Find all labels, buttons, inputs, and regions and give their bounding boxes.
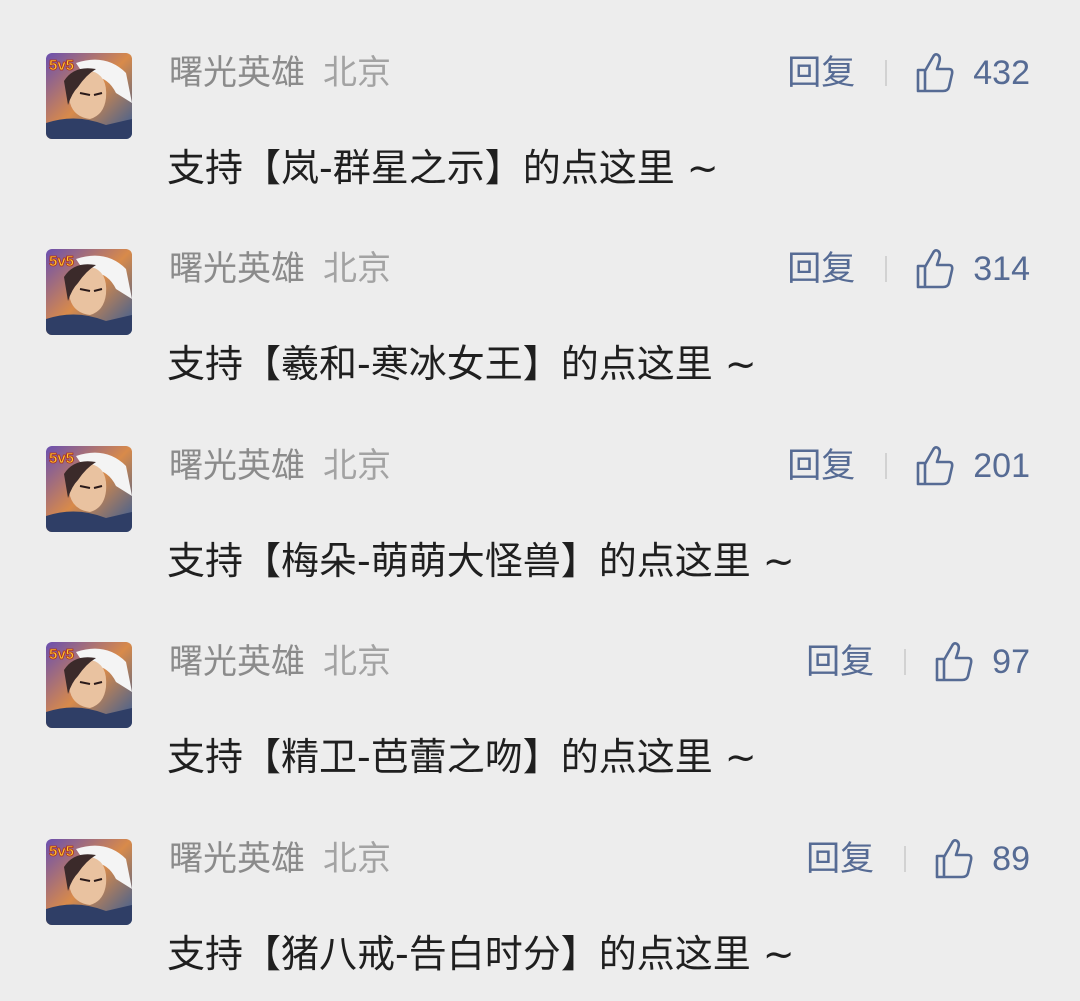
hero-avatar-image: 5v5 <box>46 446 132 532</box>
avatar[interactable]: 5v5 <box>46 642 132 728</box>
comment-actions: 回复 89 <box>806 838 1030 880</box>
location-label: 北京 <box>323 446 391 486</box>
like-count: 97 <box>992 643 1030 681</box>
avatar[interactable]: 5v5 <box>46 249 132 335</box>
action-divider <box>885 256 888 282</box>
like-button[interactable]: 201 <box>915 445 1030 487</box>
comment-text: 支持【精卫-芭蕾之吻】的点这里 ~ <box>167 735 757 779</box>
hero-avatar-image: 5v5 <box>46 53 132 139</box>
comment-text: 支持【岚-群星之示】的点这里 ~ <box>167 146 719 190</box>
avatar-badge: 5v5 <box>49 253 74 270</box>
location-label: 北京 <box>323 53 391 93</box>
comment-item: 5v5 曙光英雄 北京 回复 432 支持【岚-群星之示】的点这里 ~ <box>0 38 1080 198</box>
comment-meta: 曙光英雄 北京 <box>169 248 391 290</box>
thumbs-up-icon <box>935 642 973 682</box>
comment-actions: 回复 201 <box>787 445 1030 487</box>
avatar[interactable]: 5v5 <box>46 446 132 532</box>
comment-item: 5v5 曙光英雄 北京 回复 97 支持【精卫-芭蕾之吻】的点这里 ~ <box>0 627 1080 787</box>
action-divider <box>885 60 888 86</box>
like-button[interactable]: 97 <box>934 641 1030 683</box>
author-name[interactable]: 曙光英雄 <box>169 839 305 879</box>
author-name[interactable]: 曙光英雄 <box>169 53 305 93</box>
author-name[interactable]: 曙光英雄 <box>169 249 305 289</box>
action-divider <box>904 649 907 675</box>
comment-meta: 曙光英雄 北京 <box>169 641 391 683</box>
reply-button[interactable]: 回复 <box>787 248 855 290</box>
like-count: 432 <box>973 54 1030 92</box>
hero-avatar-image: 5v5 <box>46 249 132 335</box>
comment-meta: 曙光英雄 北京 <box>169 445 391 487</box>
reply-button[interactable]: 回复 <box>806 838 874 880</box>
comment-item: 5v5 曙光英雄 北京 回复 89 支持【猪八戒-告白时分】的点这里 ~ <box>0 824 1080 984</box>
thumbs-up-icon <box>916 446 954 486</box>
avatar-badge: 5v5 <box>49 646 74 663</box>
like-count: 89 <box>992 840 1030 878</box>
hero-avatar-image: 5v5 <box>46 642 132 728</box>
hero-avatar-image: 5v5 <box>46 839 132 925</box>
comment-actions: 回复 432 <box>787 52 1030 94</box>
thumbs-up-icon <box>916 249 954 289</box>
comment-actions: 回复 97 <box>806 641 1030 683</box>
like-count: 201 <box>973 447 1030 485</box>
like-count: 314 <box>973 250 1030 288</box>
action-divider <box>885 453 888 479</box>
comment-actions: 回复 314 <box>787 248 1030 290</box>
avatar[interactable]: 5v5 <box>46 839 132 925</box>
like-button[interactable]: 314 <box>915 248 1030 290</box>
like-button[interactable]: 89 <box>934 838 1030 880</box>
author-name[interactable]: 曙光英雄 <box>169 446 305 486</box>
comment-item: 5v5 曙光英雄 北京 回复 314 支持【羲和-寒冰女王】的点这里 ~ <box>0 234 1080 394</box>
comment-text: 支持【梅朵-萌萌大怪兽】的点这里 ~ <box>167 539 795 583</box>
avatar-badge: 5v5 <box>49 843 74 860</box>
location-label: 北京 <box>323 839 391 879</box>
reply-button[interactable]: 回复 <box>787 445 855 487</box>
comment-list: 5v5 曙光英雄 北京 回复 432 支持【岚-群星之示】的点这里 ~ 5v5 … <box>0 0 1080 1001</box>
reply-button[interactable]: 回复 <box>806 641 874 683</box>
reply-button[interactable]: 回复 <box>787 52 855 94</box>
avatar-badge: 5v5 <box>49 57 74 74</box>
comment-meta: 曙光英雄 北京 <box>169 52 391 94</box>
location-label: 北京 <box>323 642 391 682</box>
comment-text: 支持【猪八戒-告白时分】的点这里 ~ <box>167 932 795 976</box>
avatar[interactable]: 5v5 <box>46 53 132 139</box>
thumbs-up-icon <box>935 839 973 879</box>
action-divider <box>904 846 907 872</box>
author-name[interactable]: 曙光英雄 <box>169 642 305 682</box>
comment-meta: 曙光英雄 北京 <box>169 838 391 880</box>
comment-item: 5v5 曙光英雄 北京 回复 201 支持【梅朵-萌萌大怪兽】的点这里 ~ <box>0 431 1080 591</box>
like-button[interactable]: 432 <box>915 52 1030 94</box>
comment-text: 支持【羲和-寒冰女王】的点这里 ~ <box>167 342 757 386</box>
avatar-badge: 5v5 <box>49 450 74 467</box>
location-label: 北京 <box>323 249 391 289</box>
thumbs-up-icon <box>916 53 954 93</box>
